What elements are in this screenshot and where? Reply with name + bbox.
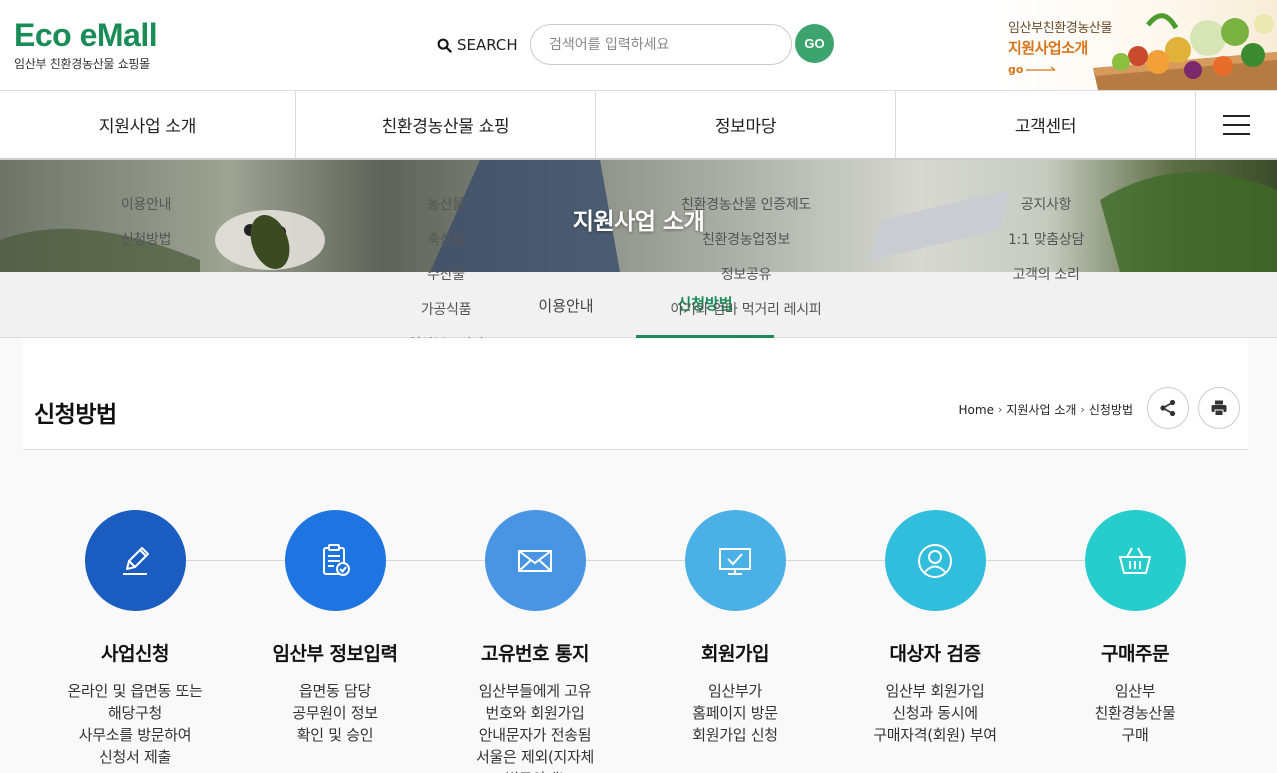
step-item: 회원가입 임산부가 홈페이지 방문 회원가입 신청 <box>635 510 835 746</box>
menu-link[interactable]: 공지사항 <box>1021 194 1072 214</box>
envelope-icon <box>518 549 552 572</box>
search-input[interactable] <box>530 24 792 65</box>
menu-link[interactable]: 친환경농업정보 <box>702 229 790 249</box>
logo-title: Eco eMall <box>14 17 158 53</box>
step-item: 임산부 정보입력 읍면동 담당 공무원이 정보 확인 및 승인 <box>235 510 435 746</box>
menu-link[interactable]: 정보공유 <box>721 264 772 284</box>
content: 신청방법 Home › 지원사업 소개 › 신청방법 사업신청 온라인 및 읍면… <box>0 338 1277 773</box>
subnav-tab-guide[interactable]: 이용안내 <box>516 272 616 338</box>
nav-item-info[interactable]: 정보마당 <box>596 91 896 158</box>
step-description: 임산부들에게 고유 번호와 회원가입 안내문자가 전송됨 서울은 제외(지자체 … <box>475 682 595 773</box>
step-item: 구매주문 임산부 친환경농산물 구매 <box>1035 510 1235 746</box>
breadcrumb-current: 신청방법 <box>1088 403 1133 417</box>
breadcrumb: Home › 지원사업 소개 › 신청방법 <box>959 401 1133 418</box>
step-title: 대상자 검증 <box>889 643 981 665</box>
step-circle <box>284 510 386 611</box>
print-button[interactable] <box>1198 387 1240 429</box>
menu-link[interactable]: 이용안내 <box>121 194 172 214</box>
step-description: 임산부 친환경농산물 구매 <box>1094 682 1176 744</box>
search-icon <box>437 38 452 53</box>
main-nav: 지원사업 소개 친환경농산물 쇼핑 정보마당 고객센터 <box>0 91 1277 160</box>
step-description: 임산부 회원가입 신청과 동시에 구매자격(회원) 부여 <box>873 682 997 744</box>
header: Eco eMall 임산부 친환경농산물 쇼핑몰 SEARCH GO <box>0 0 1277 91</box>
nav-item-support[interactable]: 지원사업 소개 <box>0 91 296 158</box>
document-check-icon <box>323 543 350 576</box>
menu-link[interactable]: 아기와 엄마 먹거리 레시피 <box>671 299 822 319</box>
page-title: 신청방법 <box>34 402 117 428</box>
banner-go: go <box>1008 63 1057 76</box>
arrow-right-icon <box>1026 66 1056 71</box>
chevron-right-icon: › <box>997 403 1003 416</box>
print-icon <box>1211 400 1227 416</box>
step-circle <box>484 510 586 611</box>
menu-link[interactable]: 수산물 <box>427 264 465 284</box>
step-description: 온라인 및 읍면동 또는 해당구청 사무소를 방문하여 신청서 제출 <box>67 682 203 766</box>
step-title: 임산부 정보입력 <box>272 643 398 665</box>
breadcrumb-home[interactable]: Home <box>959 403 994 417</box>
logo[interactable]: Eco eMall 임산부 친환경농산물 쇼핑몰 <box>14 17 158 72</box>
menu-link[interactable]: 신청방법 <box>121 229 172 249</box>
sub-nav: 이용안내 신청방법 <box>0 272 1277 338</box>
step-description: 임산부가 홈페이지 방문 회원가입 신청 <box>692 682 778 744</box>
banner-line2: 지원사업소개 <box>1008 39 1088 57</box>
nav-item-customer[interactable]: 고객센터 <box>896 91 1196 158</box>
menu-link[interactable]: 농산물 <box>427 194 465 214</box>
banner-line1: 임산부친환경농산물 <box>1008 21 1113 36</box>
search-label: SEARCH <box>437 36 518 54</box>
step-item: 대상자 검증 임산부 회원가입 신청과 동시에 구매자격(회원) 부여 <box>835 510 1035 746</box>
monitor-check-icon <box>719 547 751 575</box>
step-item: 사업신청 온라인 및 읍면동 또는 해당구청 사무소를 방문하여 신청서 제출 <box>35 510 235 768</box>
step-circle <box>684 510 786 611</box>
search-go-button[interactable]: GO <box>795 24 834 63</box>
step-item: 고유번호 통지 임산부들에게 고유 번호와 회원가입 안내문자가 전송됨 서울은… <box>435 510 635 773</box>
menu-link[interactable]: 친환경농산물 인증제도 <box>681 194 811 214</box>
menu-button[interactable] <box>1196 91 1277 158</box>
step-title: 구매주문 <box>1101 643 1169 665</box>
share-button[interactable] <box>1147 387 1189 429</box>
nav-item-shopping[interactable]: 친환경농산물 쇼핑 <box>296 91 596 158</box>
menu-link[interactable]: 고객의 소리 <box>1012 264 1079 284</box>
content-header: 신청방법 Home › 지원사업 소개 › 신청방법 <box>23 338 1248 450</box>
banner-go-label: go <box>1008 63 1024 76</box>
page: Eco eMall 임산부 친환경농산물 쇼핑몰 SEARCH GO <box>0 0 1277 773</box>
hero-banner: 지원사업 소개 <box>0 160 1277 272</box>
hero-title: 지원사업 소개 <box>572 209 705 235</box>
step-circle <box>84 510 186 611</box>
menu-link[interactable]: 축산물 <box>427 229 465 249</box>
step-circle <box>1084 510 1186 611</box>
pen-icon <box>123 546 149 575</box>
chevron-right-icon: › <box>1080 403 1085 416</box>
step-circle <box>884 510 986 611</box>
menu-link[interactable]: 1:1 맞춤상담 <box>1008 229 1084 249</box>
hamburger-icon <box>1223 114 1250 135</box>
promo-banner[interactable]: 임산부친환경농산물 지원사업소개 go <box>998 0 1277 90</box>
share-icon <box>1160 399 1176 417</box>
step-description: 읍면동 담당 공무원이 정보 확인 및 승인 <box>292 682 378 744</box>
basket-icon <box>1119 547 1151 574</box>
search-label-text: SEARCH <box>457 36 518 54</box>
breadcrumb-section[interactable]: 지원사업 소개 <box>1006 401 1076 418</box>
menu-link[interactable]: 가공식품 <box>421 299 472 319</box>
logo-subtitle: 임산부 친환경농산물 쇼핑몰 <box>14 57 150 71</box>
user-circle-icon <box>918 543 952 578</box>
step-title: 회원가입 <box>701 643 769 665</box>
step-title: 고유번호 통지 <box>481 643 590 665</box>
step-title: 사업신청 <box>101 643 169 665</box>
